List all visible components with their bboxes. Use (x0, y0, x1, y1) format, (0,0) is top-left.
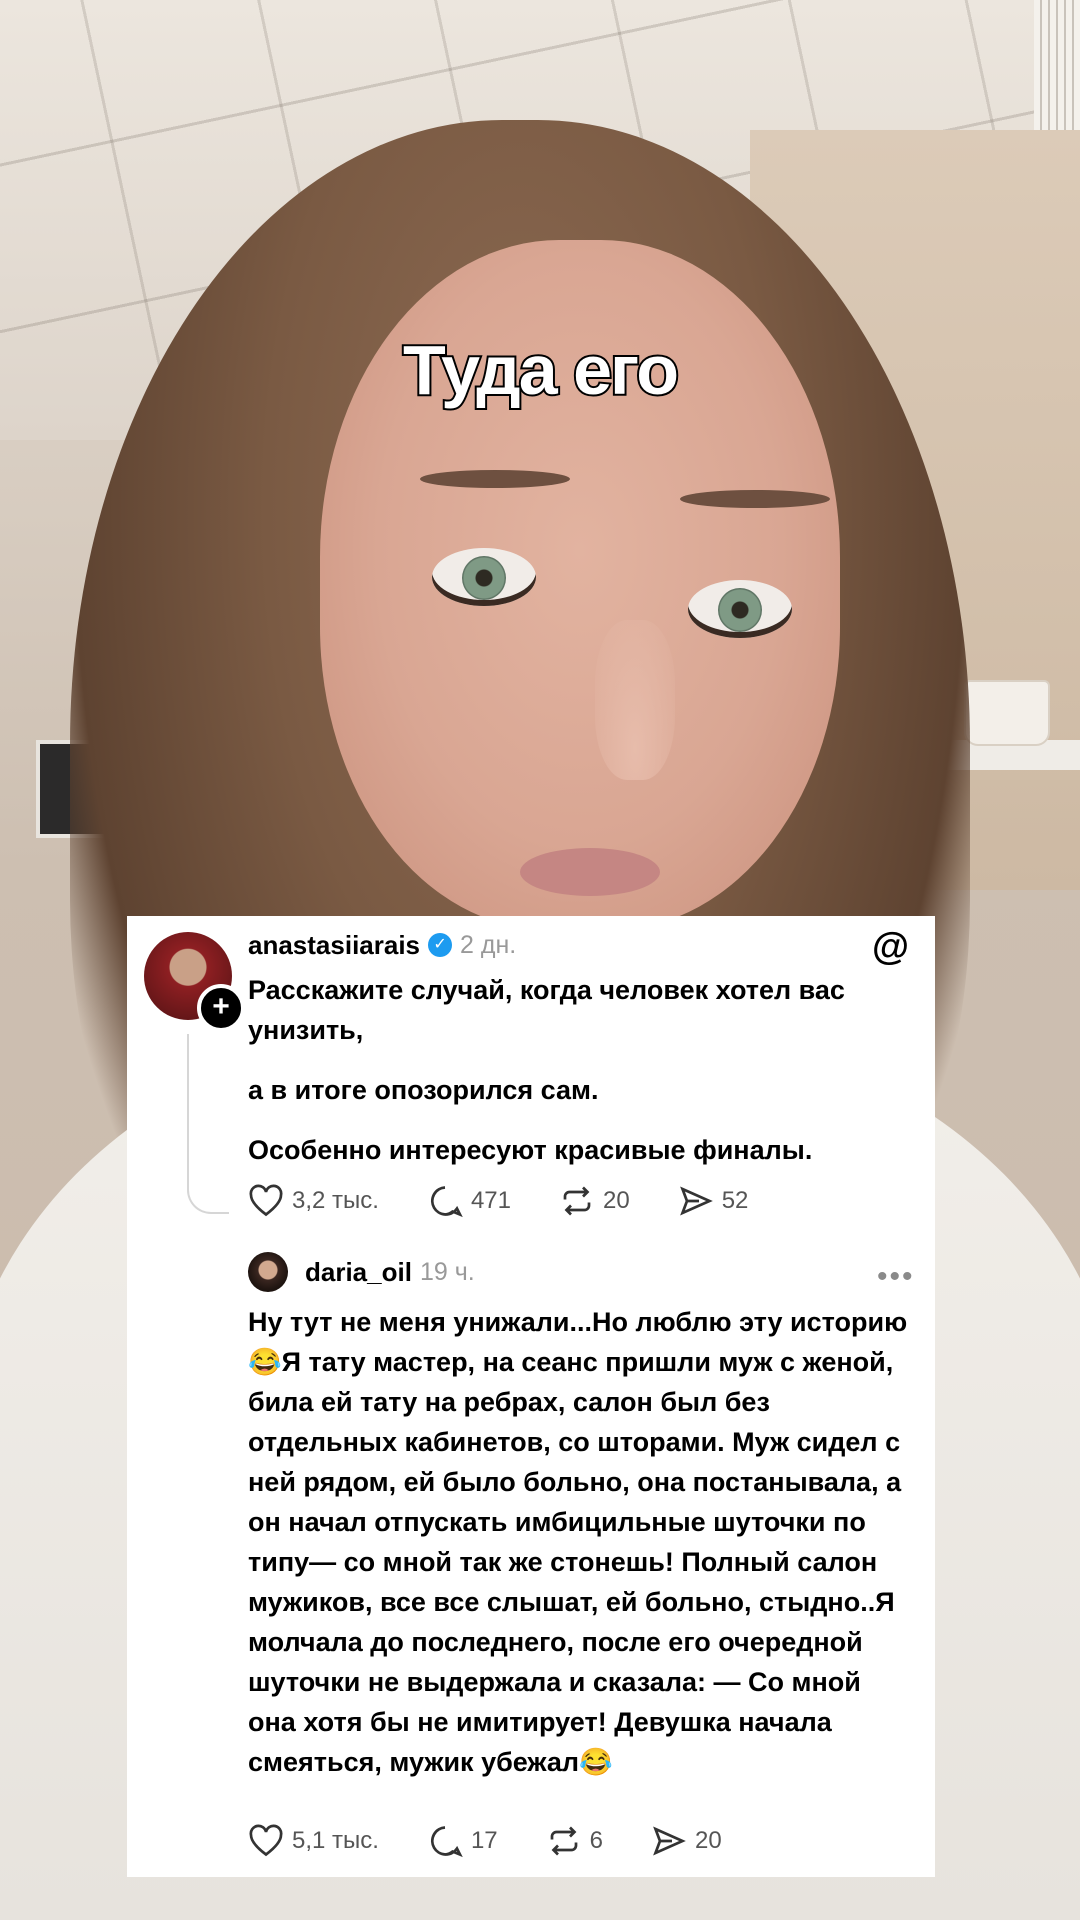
like-count: 5,1 тыс. (292, 1827, 379, 1854)
lips (520, 848, 660, 896)
comment-count: 17 (470, 1827, 498, 1854)
follow-plus-icon[interactable]: + (197, 984, 245, 1032)
reply-header: daria_oil 19 ч. (305, 1252, 475, 1292)
thread-connector-line (187, 1034, 189, 1174)
post-text: Расскажите случай, когда человек хотел в… (248, 970, 898, 1170)
like-count: 3,2 тыс. (292, 1187, 379, 1214)
video-caption: Туда его (401, 329, 681, 411)
share-count: 52 (721, 1187, 749, 1214)
share-count: 20 (695, 1827, 722, 1854)
comment-icon (430, 1826, 463, 1858)
repost-button[interactable]: 6 (546, 1824, 603, 1858)
post-time: 2 дн. (460, 930, 517, 959)
post-paragraph: Расскажите случай, когда человек хотел в… (248, 975, 845, 1045)
repost-button[interactable]: 20 (559, 1184, 630, 1218)
verified-badge-icon: ✓ (428, 933, 453, 957)
right-eyebrow (680, 490, 830, 508)
reply-text: Ну тут не меня унижали...Но люблю эту ис… (248, 1307, 908, 1777)
share-button[interactable]: 20 (651, 1824, 722, 1858)
heart-icon (249, 1184, 283, 1217)
share-icon (679, 1186, 713, 1216)
threads-logo-icon: @ (872, 926, 910, 968)
share-button[interactable]: 52 (678, 1184, 749, 1218)
right-eye (688, 580, 792, 638)
nose (595, 620, 675, 780)
more-options-icon[interactable]: ••• (877, 1260, 915, 1294)
threads-post-card: + anastasiiarais ✓ 2 дн. @ Расскажите сл… (127, 916, 935, 1877)
left-eyebrow (420, 470, 570, 488)
like-button[interactable]: 3,2 тыс. (248, 1184, 379, 1218)
post-actions: 3,2 тыс. 471 20 52 (248, 1184, 796, 1218)
comment-button[interactable]: 471 (427, 1184, 511, 1218)
comment-button[interactable]: 17 (427, 1824, 498, 1858)
reply-username[interactable]: daria_oil (305, 1257, 412, 1288)
reply-actions: 5,1 тыс. 17 6 20 (248, 1824, 770, 1858)
cup (964, 680, 1050, 746)
share-icon (653, 1826, 686, 1856)
repost-icon (550, 1826, 578, 1856)
reply-avatar[interactable] (248, 1252, 288, 1292)
left-eye (432, 548, 536, 606)
like-button[interactable]: 5,1 тыс. (248, 1824, 379, 1858)
repost-count: 6 (589, 1827, 604, 1854)
post-header: anastasiiarais ✓ 2 дн. (248, 926, 516, 964)
author-username[interactable]: anastasiiarais (248, 930, 420, 961)
post-paragraph: а в итоге опозорился сам. (248, 1075, 599, 1105)
repost-count: 20 (603, 1187, 630, 1214)
repost-icon (563, 1186, 591, 1216)
comment-count: 471 (470, 1187, 511, 1214)
reply-time: 19 ч. (419, 1257, 475, 1286)
post-paragraph: Особенно интересуют красивые финалы. (248, 1135, 813, 1165)
comment-icon (430, 1186, 463, 1218)
thread-connector-curve (187, 1172, 229, 1214)
heart-icon (249, 1824, 283, 1857)
